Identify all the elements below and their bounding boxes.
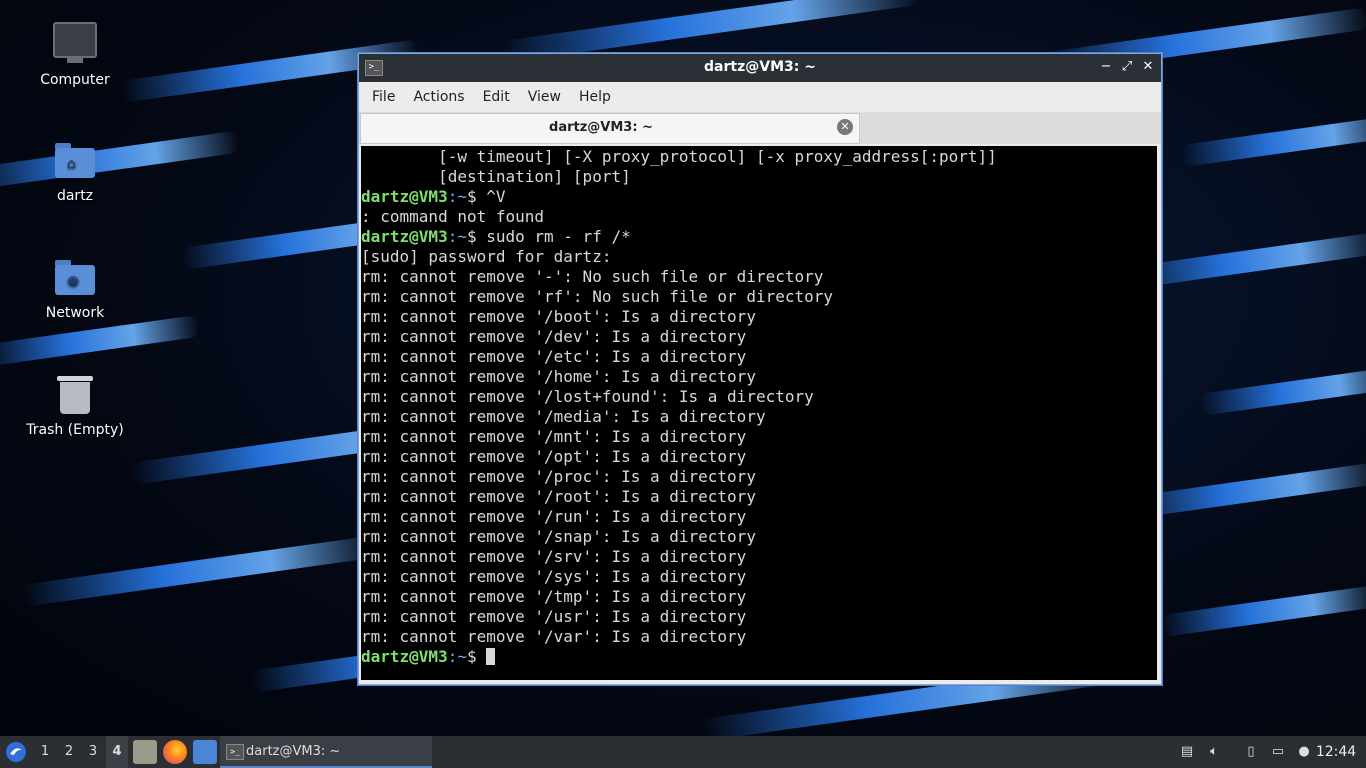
show-desktop-icon[interactable] — [193, 740, 217, 764]
terminal-icon: >_ — [226, 744, 244, 760]
text-cursor — [486, 648, 496, 665]
workspace-2[interactable]: 2 — [58, 736, 80, 768]
terminal-output-line: rm: cannot remove 'rf': No such file or … — [361, 287, 834, 306]
minimize-button[interactable]: − — [1097, 59, 1115, 74]
prompt-user: dartz@VM3 — [361, 187, 448, 206]
desktop-icon-computer[interactable]: Computer — [20, 22, 130, 88]
prompt-symbol: $ — [466, 647, 487, 666]
terminal-output-line: rm: cannot remove '/usr': Is a directory — [361, 607, 747, 626]
terminal-output-line: rm: cannot remove '/sys': Is a directory — [361, 567, 747, 586]
start-menu-button[interactable] — [4, 736, 28, 768]
terminal-output-line: rm: cannot remove '/opt': Is a directory — [361, 447, 747, 466]
clipboard-icon[interactable]: ▯ — [1240, 736, 1262, 768]
terminal-output-line: rm: cannot remove '/var': Is a directory — [361, 627, 747, 646]
terminal-output[interactable]: [-w timeout] [-X proxy_protocol] [-x pro… — [361, 146, 1157, 680]
terminal-command-line: dartz@VM3:~$ sudo rm - rf /* — [361, 227, 1157, 247]
terminal-command-line: dartz@VM3:~$ — [361, 647, 1157, 667]
notification-icon[interactable]: ● — [1293, 736, 1315, 768]
computer-icon — [53, 22, 97, 66]
volume-icon[interactable]: 🔈︎ — [1203, 736, 1225, 768]
prompt-path: :~ — [447, 647, 467, 666]
terminal-output-line: rm: cannot remove '/srv': Is a directory — [361, 547, 747, 566]
prompt-user: dartz@VM3 — [361, 227, 448, 246]
menu-edit[interactable]: Edit — [474, 89, 519, 105]
desktop-icon-label: Trash (Empty) — [26, 422, 124, 438]
prompt-path: :~ — [447, 227, 467, 246]
tab-close-icon[interactable]: ✕ — [837, 119, 853, 135]
desktop-icon-trash[interactable]: Trash (Empty) — [20, 372, 130, 438]
terminal-output-line: : command not found — [361, 207, 545, 226]
terminal-tab[interactable]: dartz@VM3: ~ ✕ — [360, 113, 860, 144]
window-titlebar[interactable]: >_ dartz@VM3: ~ − ⤢ ✕ — [359, 54, 1161, 82]
terminal-output-line: rm: cannot remove '/snap': Is a director… — [361, 527, 756, 546]
workspace-3[interactable]: 3 — [82, 736, 104, 768]
desktop-icon-label: Network — [45, 305, 105, 321]
clock: 12:44 — [1315, 744, 1357, 760]
prompt-symbol: $ — [466, 227, 487, 246]
lubuntu-logo-icon — [6, 742, 26, 762]
task-label: dartz@VM3: ~ — [246, 744, 341, 759]
network-status-icon[interactable]: ▭ — [1267, 736, 1289, 768]
desktop-icon-label: dartz — [56, 188, 94, 204]
terminal-output-line: rm: cannot remove '/boot': Is a director… — [361, 307, 756, 326]
menu-help[interactable]: Help — [570, 89, 620, 105]
terminal-output-line: rm: cannot remove '/run': Is a directory — [361, 507, 747, 526]
terminal-command-line: dartz@VM3:~$ ^V — [361, 187, 1157, 207]
terminal-output-line: rm: cannot remove '/media': Is a directo… — [361, 407, 766, 426]
taskbar-terminal-task[interactable]: >_ dartz@VM3: ~ — [220, 736, 432, 768]
terminal-output-line: rm: cannot remove '/root': Is a director… — [361, 487, 756, 506]
terminal-output-line: rm: cannot remove '/tmp': Is a directory — [361, 587, 747, 606]
trash-icon — [53, 372, 97, 416]
terminal-output-line: rm: cannot remove '/dev': Is a directory — [361, 327, 747, 346]
tab-label: dartz@VM3: ~ — [549, 120, 653, 135]
prompt-user: dartz@VM3 — [361, 647, 448, 666]
taskbar: 1 2 3 4 >_ dartz@VM3: ~ ▤ 🔈︎ ▯ ▭ ● 12:44 — [0, 736, 1366, 768]
terminal-output-line: rm: cannot remove '/etc': Is a directory — [361, 347, 747, 366]
workspace-4[interactable]: 4 — [106, 736, 128, 768]
menu-file[interactable]: File — [363, 89, 404, 105]
window-title: dartz@VM3: ~ — [704, 59, 816, 75]
tray-updates-icon[interactable]: ▤ — [1176, 736, 1198, 768]
close-button[interactable]: ✕ — [1139, 59, 1157, 74]
menubar: File Actions Edit View Help — [359, 82, 1161, 112]
terminal-output-line: rm: cannot remove '/mnt': Is a directory — [361, 427, 747, 446]
menu-view[interactable]: View — [519, 89, 570, 105]
workspace-1[interactable]: 1 — [34, 736, 56, 768]
tab-bar: dartz@VM3: ~ ✕ — [359, 112, 1161, 144]
prompt-symbol: $ — [466, 187, 487, 206]
terminal-output-line: rm: cannot remove '/home': Is a director… — [361, 367, 756, 386]
firefox-icon[interactable] — [163, 740, 187, 764]
maximize-button[interactable]: ⤢ — [1118, 59, 1136, 74]
network-folder-icon: ◉ — [53, 255, 97, 299]
desktop-icon-home[interactable]: ⌂ dartz — [20, 138, 130, 204]
command-text: ^V — [486, 187, 506, 206]
file-manager-icon[interactable] — [133, 740, 157, 764]
terminal-output-line: rm: cannot remove '-': No such file or d… — [361, 267, 824, 286]
terminal-output-line: [-w timeout] [-X proxy_protocol] [-x pro… — [361, 147, 997, 166]
desktop-icon-network[interactable]: ◉ Network — [20, 255, 130, 321]
menu-actions[interactable]: Actions — [404, 89, 473, 105]
prompt-path: :~ — [447, 187, 467, 206]
terminal-output-line: rm: cannot remove '/lost+found': Is a di… — [361, 387, 814, 406]
terminal-window: >_ dartz@VM3: ~ − ⤢ ✕ File Actions Edit … — [358, 53, 1162, 685]
terminal-output-line: [sudo] password for dartz: — [361, 247, 612, 266]
terminal-output-line: rm: cannot remove '/proc': Is a director… — [361, 467, 756, 486]
command-text: sudo rm - rf /* — [486, 227, 631, 246]
home-folder-icon: ⌂ — [53, 138, 97, 182]
desktop-icon-label: Computer — [40, 72, 110, 88]
terminal-output-line: [destination] [port] — [361, 167, 631, 186]
